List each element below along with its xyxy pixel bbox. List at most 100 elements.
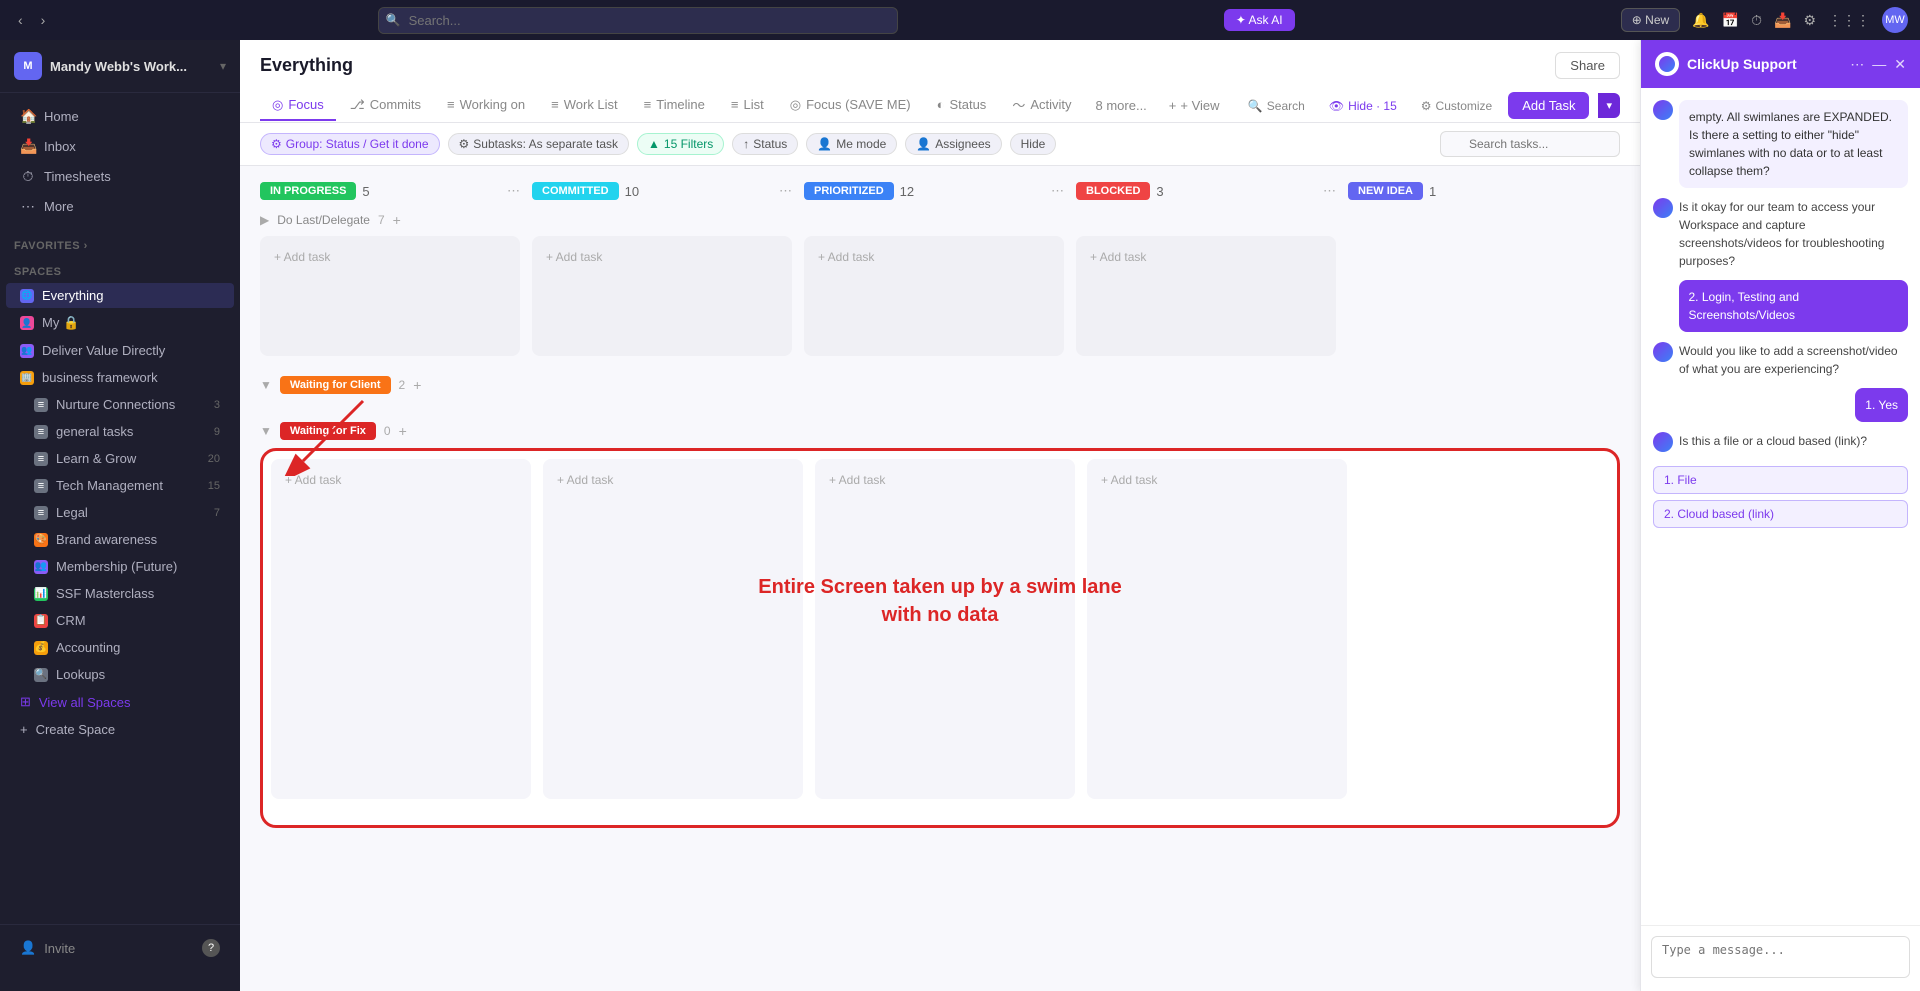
add-task-chevron-button[interactable]: ▾: [1598, 93, 1620, 118]
tab-activity[interactable]: 〜 Activity: [1000, 89, 1083, 122]
waiting-fix-badge: Waiting for Fix: [280, 422, 376, 440]
content-area: Everything Share ◎ Focus ⎇ Commits ≡ Wor…: [240, 40, 1640, 991]
sidebar-item-tech[interactable]: ≡ Tech Management 15: [6, 473, 234, 498]
spaces-section[interactable]: Spaces: [0, 256, 240, 282]
general-count: 9: [214, 426, 220, 438]
tab-focus-save[interactable]: ◎ Focus (SAVE ME): [778, 91, 923, 121]
more-tabs-button[interactable]: 8 more...: [1086, 92, 1157, 119]
user-avatar[interactable]: MW: [1882, 7, 1908, 33]
sidebar-item-deliver-value[interactable]: 👥 Deliver Value Directly: [6, 338, 234, 363]
sidebar-item-learn-grow[interactable]: ≡ Learn & Grow 20: [6, 446, 234, 471]
tab-commits[interactable]: ⎇ Commits: [338, 91, 433, 121]
chat-option-2[interactable]: 2. Cloud based (link): [1653, 500, 1908, 528]
tab-status[interactable]: ◐ Status: [925, 91, 999, 120]
view-all-spaces[interactable]: ⊞ View all Spaces: [6, 689, 234, 715]
filter-hide[interactable]: Hide: [1010, 133, 1057, 155]
status-filter-label: Status: [753, 137, 787, 151]
chat-dots-button[interactable]: ⋯: [1850, 56, 1864, 73]
sidebar-item-everything[interactable]: 🌐 Everything: [6, 283, 234, 308]
tab-list[interactable]: ≡ List: [719, 91, 776, 120]
tab-focus[interactable]: ◎ Focus: [260, 91, 336, 121]
sidebar-item-legal[interactable]: ≡ Legal 7: [6, 500, 234, 525]
sidebar-item-membership[interactable]: 👥 Membership (Future): [6, 554, 234, 579]
sidebar-item-inbox[interactable]: 📥 Inbox: [6, 132, 234, 161]
waiting-fix-add-4[interactable]: + Add task: [1095, 467, 1339, 493]
hide-button[interactable]: 👁 Hide · 15: [1321, 95, 1405, 117]
timer-icon[interactable]: ⏱: [1751, 12, 1762, 29]
sidebar-item-more[interactable]: ⋯ More: [6, 192, 234, 221]
do-last-add-2[interactable]: + Add task: [540, 244, 784, 270]
committed-dots[interactable]: ⋯: [779, 183, 792, 199]
filter-status[interactable]: ↑ Status: [732, 133, 798, 155]
notification-icon[interactable]: 🔔: [1692, 12, 1709, 29]
favorites-section[interactable]: Favorites ›: [0, 230, 240, 256]
new-button[interactable]: ⊕ New: [1621, 8, 1680, 32]
waiting-fix-add-2[interactable]: + Add task: [551, 467, 795, 493]
blocked-dots[interactable]: ⋯: [1323, 183, 1336, 199]
invite-item[interactable]: 👤 Invite ?: [6, 933, 234, 963]
do-last-add-1[interactable]: + Add task: [268, 244, 512, 270]
in-progress-dots[interactable]: ⋯: [507, 183, 520, 199]
filter-subtasks[interactable]: ⚙ Subtasks: As separate task: [448, 133, 630, 155]
waiting-fix-add-3[interactable]: + Add task: [823, 467, 1067, 493]
add-task-button[interactable]: Add Task: [1508, 92, 1589, 119]
filter-me-mode[interactable]: 👤 Me mode: [806, 133, 897, 155]
waiting-fix-add-btn[interactable]: +: [399, 423, 407, 439]
workspace-switcher[interactable]: M Mandy Webb's Work... ▾: [0, 40, 240, 93]
space-more-dots[interactable]: ⋯: [190, 371, 206, 384]
waiting-client-chevron[interactable]: ▼: [260, 378, 272, 392]
inbox-icon[interactable]: 📥: [1774, 12, 1791, 29]
group-do-last-add[interactable]: +: [393, 212, 401, 228]
chat-option-1[interactable]: 1. File: [1653, 466, 1908, 494]
share-button[interactable]: Share: [1555, 52, 1620, 79]
sidebar-item-ssf[interactable]: 📊 SSF Masterclass: [6, 581, 234, 606]
waiting-fix-chevron[interactable]: ▼: [260, 424, 272, 438]
tab-working-on[interactable]: ≡ Working on: [435, 91, 537, 120]
filter-15[interactable]: ▲ 15 Filters: [637, 133, 724, 155]
sidebar-item-nurture[interactable]: ≡ Nurture Connections 3: [6, 392, 234, 417]
back-button[interactable]: ‹: [12, 10, 29, 30]
sidebar-item-crm[interactable]: 📋 CRM: [6, 608, 234, 633]
do-last-add-4[interactable]: + Add task: [1084, 244, 1328, 270]
sidebar-item-business-framework[interactable]: 🏢 business framework ⋯ +: [6, 365, 234, 390]
forward-button[interactable]: ›: [35, 10, 52, 30]
header-new-idea: NEW IDEA 1: [1348, 182, 1608, 200]
sidebar-item-general[interactable]: ≡ general tasks 9: [6, 419, 234, 444]
sidebar-item-home[interactable]: 🏠 Home: [6, 102, 234, 131]
search-label: Search: [1267, 99, 1305, 113]
grid-icon[interactable]: ⋮⋮⋮: [1828, 12, 1870, 29]
kanban-area: IN PROGRESS 5 ⋯ COMMITTED 10 ⋯ PRIORITIZ…: [240, 166, 1640, 991]
chat-close-button[interactable]: ✕: [1894, 56, 1906, 73]
sidebar-item-lookups[interactable]: 🔍 Lookups: [6, 662, 234, 687]
chat-input[interactable]: [1651, 936, 1910, 978]
filter-group[interactable]: ⚙ Group: Status / Get it done: [260, 133, 440, 155]
search-tasks-input[interactable]: [1440, 131, 1620, 157]
do-last-add-3[interactable]: + Add task: [812, 244, 1056, 270]
topbar-search-input[interactable]: [378, 7, 898, 34]
group-do-last-count: 7: [378, 213, 385, 227]
chat-msg-2: Is it okay for our team to access your W…: [1679, 198, 1908, 270]
space-add-btn[interactable]: +: [208, 371, 220, 384]
help-icon[interactable]: ?: [202, 939, 220, 957]
tab-work-list[interactable]: ≡ Work List: [539, 91, 630, 120]
chat-minimize-button[interactable]: —: [1872, 56, 1886, 73]
sidebar-item-brand[interactable]: 🎨 Brand awareness: [6, 527, 234, 552]
search-button[interactable]: 🔍 Search: [1240, 95, 1313, 117]
sidebar-item-timesheets[interactable]: ⏱ Timesheets: [6, 162, 234, 191]
prioritized-dots[interactable]: ⋯: [1051, 183, 1064, 199]
calendar-icon[interactable]: 📅: [1722, 12, 1739, 29]
waiting-client-add-btn[interactable]: +: [413, 377, 421, 393]
sidebar-item-accounting[interactable]: 💰 Accounting: [6, 635, 234, 660]
filter-assignees[interactable]: 👤 Assignees: [905, 133, 1001, 155]
waiting-fix-add-1[interactable]: + Add task: [279, 467, 523, 493]
workspace-chevron-icon: ▾: [220, 59, 226, 73]
create-space[interactable]: + Create Space: [6, 717, 234, 742]
sidebar-item-my[interactable]: 👤 My 🔒: [6, 310, 234, 336]
add-view-button[interactable]: + + View: [1159, 92, 1230, 119]
customize-button[interactable]: ⚙ Customize: [1413, 95, 1500, 117]
settings-icon[interactable]: ⚙: [1803, 12, 1816, 29]
group-waiting-fix-header: ▼ Waiting for Fix 0 +: [260, 418, 1620, 448]
group-do-last-chevron[interactable]: ▶: [260, 213, 269, 227]
ask-ai-button[interactable]: ✦ Ask AI: [1224, 9, 1295, 31]
tab-timeline[interactable]: ≡ Timeline: [632, 91, 717, 120]
